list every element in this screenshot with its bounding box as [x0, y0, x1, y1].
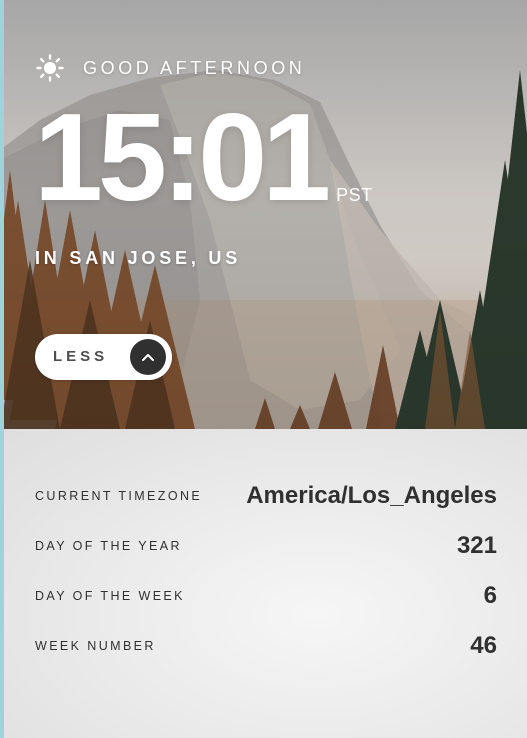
- timezone-value: America/Los_Angeles: [246, 482, 497, 509]
- day-of-week-label: DAY OF THE WEEK: [35, 589, 185, 603]
- greeting-text: GOOD AFTERNOON: [83, 57, 306, 78]
- window-edge: [0, 0, 4, 738]
- week-number-value: 46: [470, 632, 497, 659]
- hero-section: GOOD AFTERNOON 15:01 PST IN SAN JOSE, US…: [0, 0, 527, 429]
- greeting: GOOD AFTERNOON: [36, 54, 305, 82]
- day-of-week-value: 6: [483, 582, 497, 609]
- location-text: IN SAN JOSE, US: [35, 248, 242, 268]
- detail-row-week-number: WEEK NUMBER 46: [35, 632, 497, 660]
- detail-row-day-of-week: DAY OF THE WEEK 6: [35, 582, 497, 610]
- current-time: 15:01: [34, 89, 331, 227]
- timezone-abbreviation: PST: [336, 185, 373, 205]
- timezone-label: CURRENT TIMEZONE: [35, 489, 203, 503]
- chevron-up-icon: [130, 339, 166, 375]
- day-of-year-value: 321: [456, 532, 497, 559]
- sun-icon: [36, 54, 64, 82]
- detail-row-timezone: CURRENT TIMEZONE America/Los_Angeles: [35, 482, 497, 510]
- week-number-label: WEEK NUMBER: [35, 639, 156, 653]
- detail-row-day-of-year: DAY OF THE YEAR 321: [35, 532, 497, 560]
- less-button-label: LESS: [53, 348, 109, 365]
- less-button[interactable]: LESS: [35, 334, 172, 380]
- day-of-year-label: DAY OF THE YEAR: [35, 539, 182, 553]
- clock-app: GOOD AFTERNOON 15:01 PST IN SAN JOSE, US…: [0, 0, 527, 738]
- clock-display: 15:01 PST: [34, 96, 373, 220]
- details-panel: CURRENT TIMEZONE America/Los_Angeles DAY…: [0, 429, 527, 738]
